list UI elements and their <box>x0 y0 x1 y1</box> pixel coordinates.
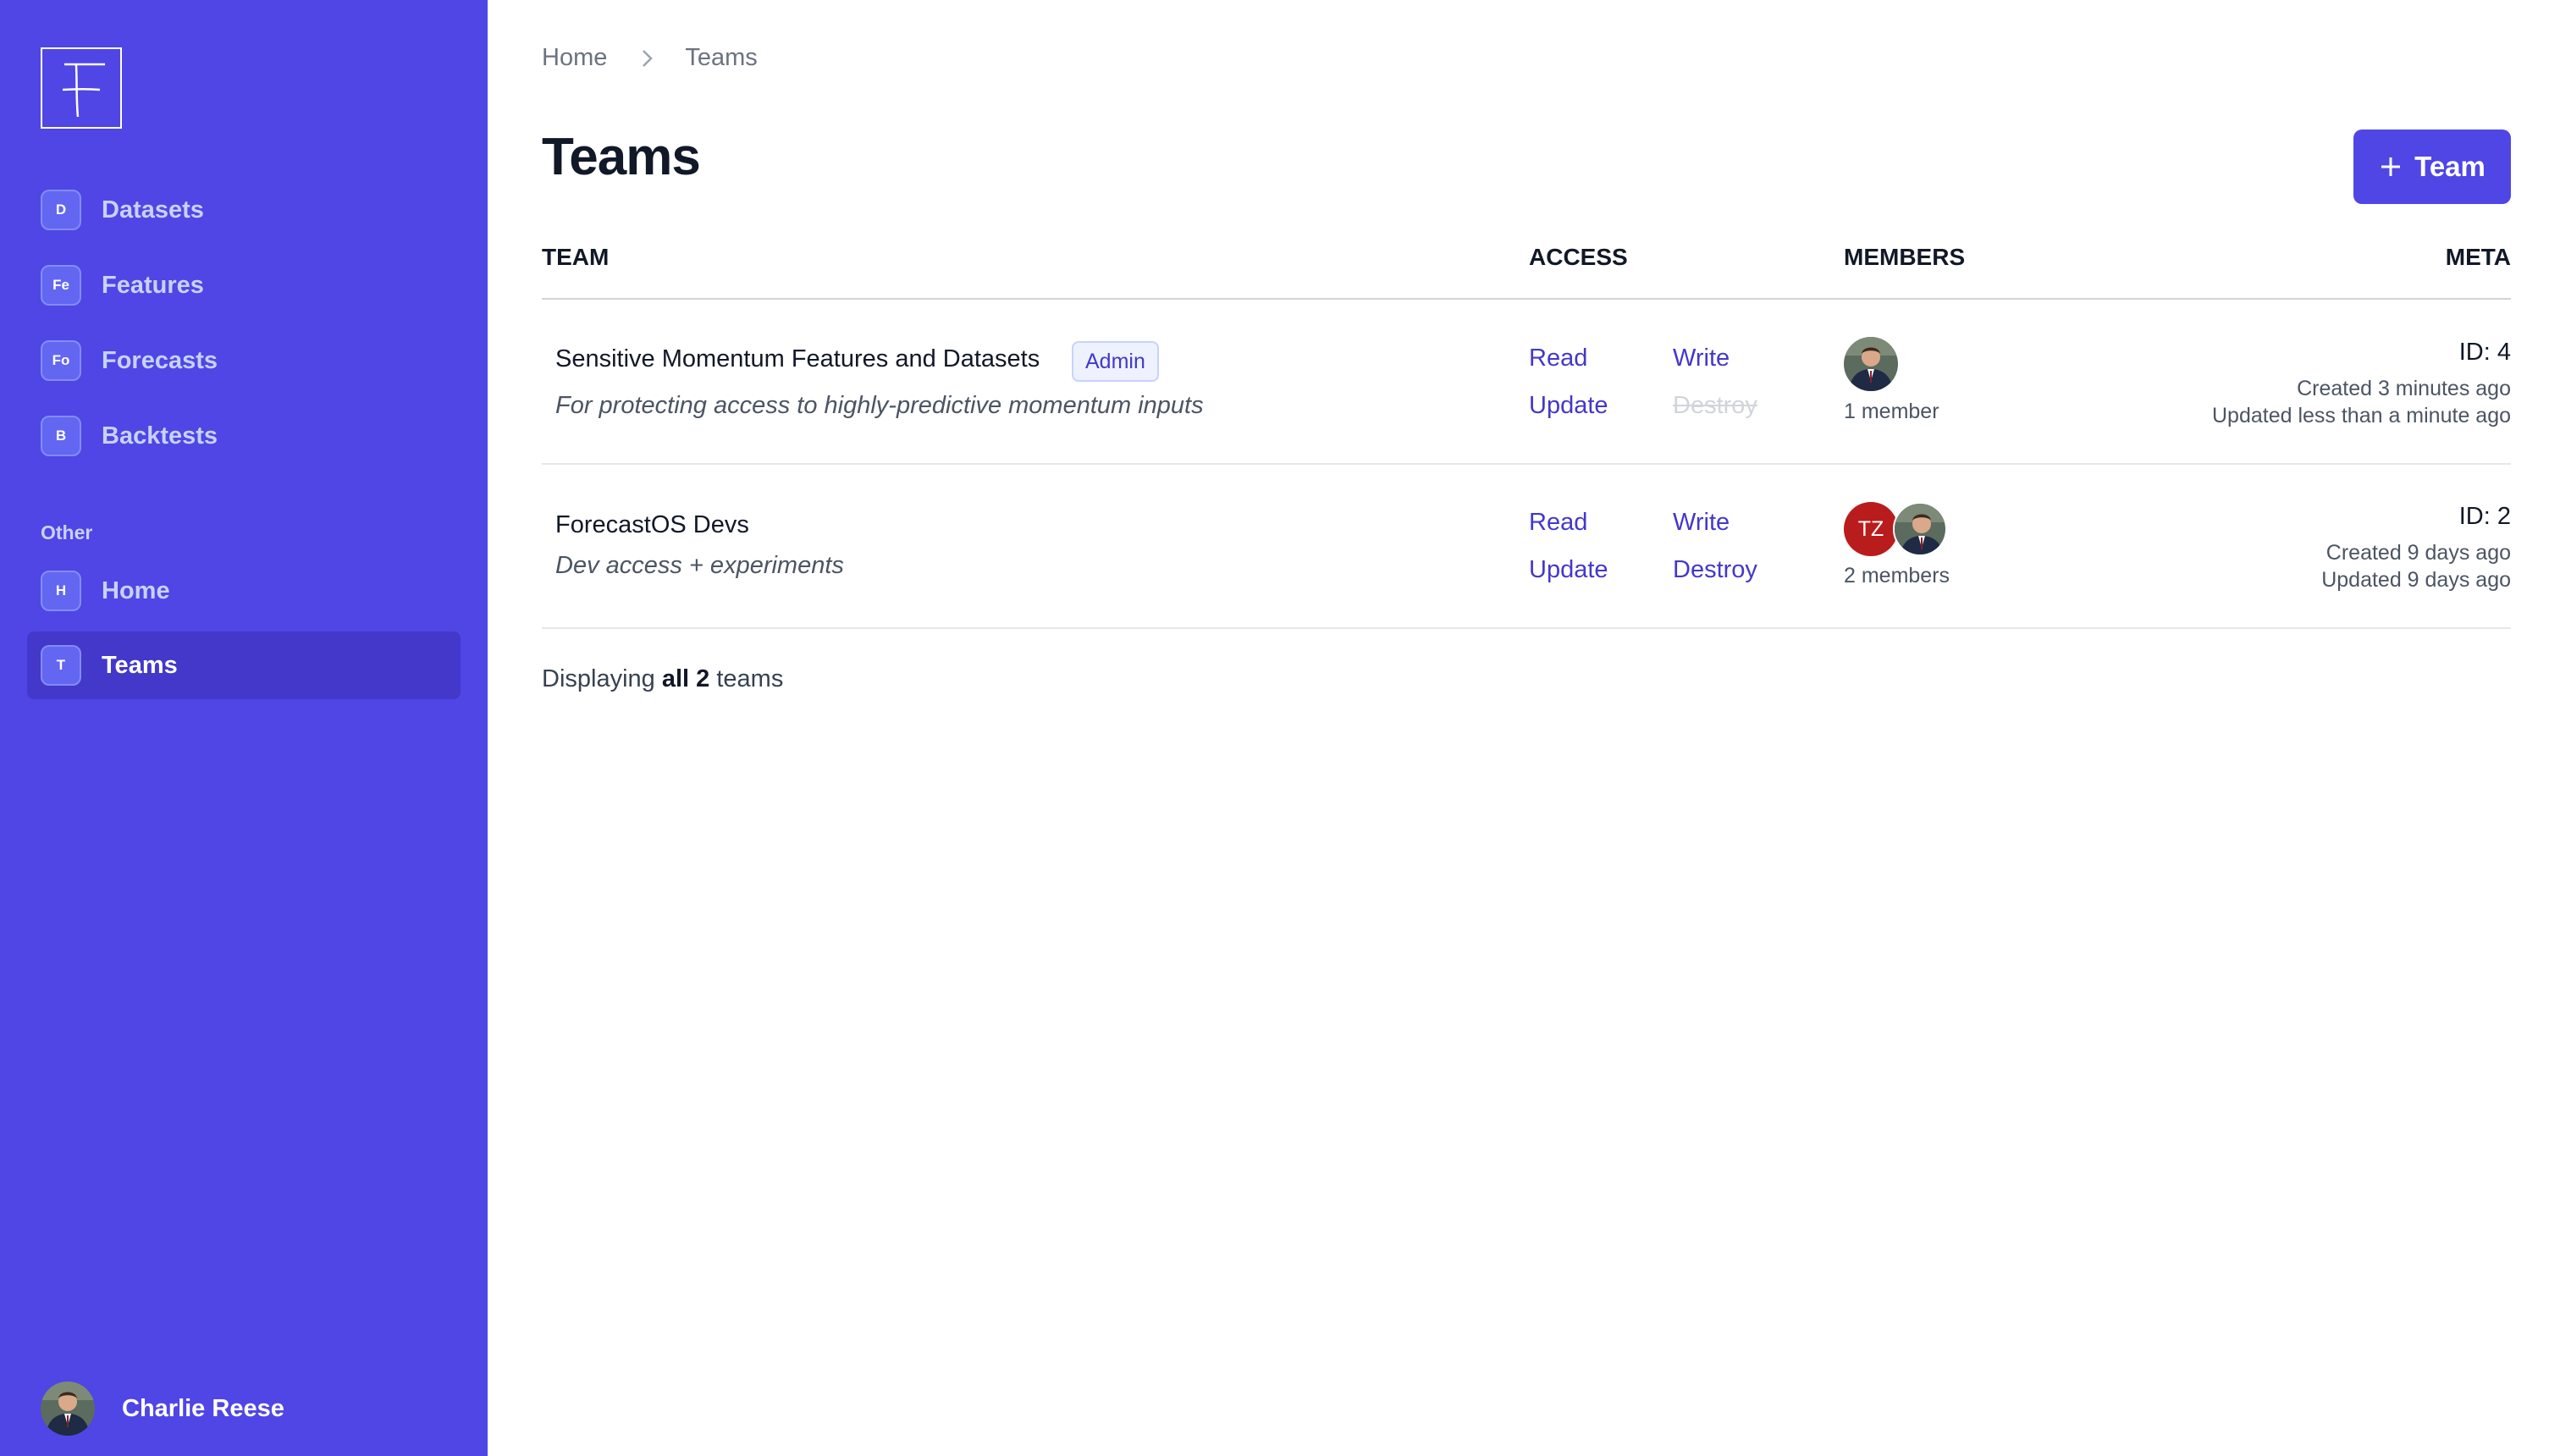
sidebar-item-label: Datasets <box>102 196 204 223</box>
column-header-members: MEMBERS <box>1844 244 1966 270</box>
member-photo-icon <box>1844 337 1898 391</box>
sidebar-item-datasets[interactable]: D Datasets <box>27 176 461 244</box>
team-id: ID: 2 <box>2458 503 2511 530</box>
avatar[interactable]: TZ <box>1844 502 1898 556</box>
add-team-button[interactable]: Team <box>2353 130 2511 204</box>
updated-timestamp: Updated 9 days ago <box>2321 568 2511 592</box>
team-name[interactable]: ForecastOS Devs <box>555 511 749 539</box>
created-timestamp: Created 9 days ago <box>2326 541 2511 565</box>
permission-update[interactable]: Update <box>1529 556 1608 584</box>
member-count: 2 members <box>1844 564 1950 587</box>
row-divider <box>542 627 2511 629</box>
team-name[interactable]: Sensitive Momentum Features and Datasets <box>555 345 1040 373</box>
sidebar: D Datasets Fe Features Fo Forecasts B Ba… <box>0 0 488 1456</box>
avatar[interactable] <box>1844 337 1898 391</box>
sidebar-item-label: Features <box>102 271 204 299</box>
permission-destroy[interactable]: Destroy <box>1673 392 1757 420</box>
sidebar-item-teams[interactable]: T Teams <box>27 631 461 699</box>
results-summary-suffix: teams <box>716 665 784 692</box>
table-header-divider <box>542 298 2511 300</box>
breadcrumb-home-link[interactable]: Home <box>542 44 607 72</box>
logo-icon <box>62 63 105 118</box>
user-name: Charlie Reese <box>122 1394 284 1422</box>
sidebar-item-label: Forecasts <box>102 346 218 374</box>
permission-write[interactable]: Write <box>1673 345 1730 372</box>
sidebar-item-label: Backtests <box>102 422 218 449</box>
permission-write[interactable]: Write <box>1673 509 1730 537</box>
column-header-meta: META <box>2445 244 2511 270</box>
teams-badge-icon: T <box>41 645 81 686</box>
sidebar-item-home[interactable]: H Home <box>27 557 461 625</box>
features-badge-icon: Fe <box>41 265 81 306</box>
avatar <box>41 1382 95 1436</box>
backtests-badge-icon: B <box>41 416 81 456</box>
permission-destroy[interactable]: Destroy <box>1673 556 1757 584</box>
results-summary-count: all 2 <box>661 665 710 692</box>
permission-read[interactable]: Read <box>1529 345 1587 372</box>
forecasts-badge-icon: Fo <box>41 340 81 381</box>
sidebar-item-forecasts[interactable]: Fo Forecasts <box>27 327 461 394</box>
sidebar-section-label: Other <box>41 521 93 543</box>
updated-timestamp: Updated less than a minute ago <box>2211 404 2511 427</box>
admin-badge: Admin <box>1072 341 1159 382</box>
row-divider <box>542 463 2511 465</box>
datasets-badge-icon: D <box>41 190 81 230</box>
app-logo[interactable] <box>41 47 122 129</box>
chevron-right-icon <box>641 47 654 69</box>
results-summary-prefix: Displaying <box>542 665 655 692</box>
member-photo-icon <box>1895 504 1945 554</box>
sidebar-item-features[interactable]: Fe Features <box>27 251 461 319</box>
sidebar-item-label: Home <box>102 576 170 604</box>
column-header-access: ACCESS <box>1529 244 1628 270</box>
page-title: Teams <box>542 128 701 186</box>
permission-update[interactable]: Update <box>1529 392 1608 420</box>
breadcrumb: Home Teams <box>542 44 758 72</box>
created-timestamp: Created 3 minutes ago <box>2297 377 2511 400</box>
sidebar-item-backtests[interactable]: B Backtests <box>27 402 461 470</box>
team-description: Dev access + experiments <box>555 552 844 579</box>
home-badge-icon: H <box>41 571 81 611</box>
team-id: ID: 4 <box>2458 339 2511 366</box>
member-count: 1 member <box>1844 400 1939 423</box>
user-profile[interactable]: Charlie Reese <box>41 1382 284 1436</box>
plus-icon <box>2379 155 2403 179</box>
user-photo-icon <box>41 1382 95 1436</box>
results-summary: Displaying all 2 teams <box>542 665 783 693</box>
sidebar-item-label: Teams <box>102 651 178 679</box>
permission-read[interactable]: Read <box>1529 509 1587 537</box>
column-header-team: TEAM <box>542 244 610 270</box>
breadcrumb-current: Teams <box>685 44 758 71</box>
avatar[interactable] <box>1893 502 1947 556</box>
team-description: For protecting access to highly-predicti… <box>555 392 1204 419</box>
add-team-button-label: Team <box>2414 151 2486 182</box>
